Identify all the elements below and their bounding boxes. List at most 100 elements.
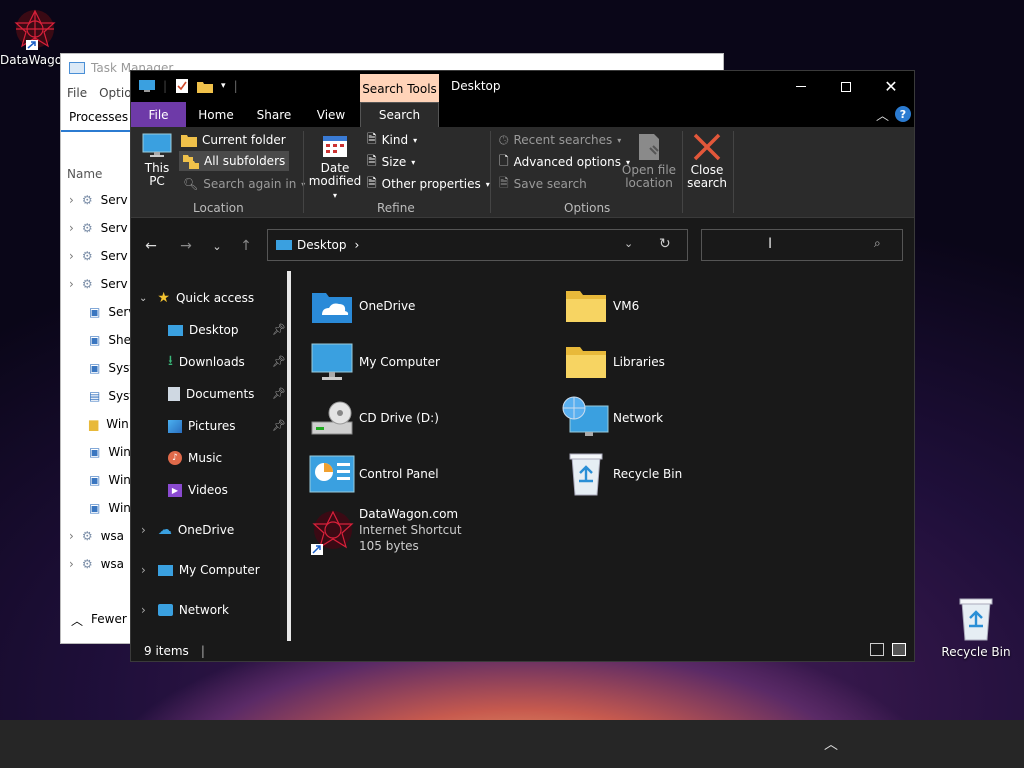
kind-icon: 🗎 xyxy=(367,131,377,146)
file-label: CD Drive (D:) xyxy=(359,411,439,425)
date-modified-button[interactable]: Date modified ▾ xyxy=(306,133,364,202)
table-row[interactable]: ▣ Win xyxy=(89,494,131,522)
file-item-vm6[interactable]: VM6 xyxy=(561,282,639,330)
search-box[interactable]: I ⌕ xyxy=(701,229,903,261)
kind-button[interactable]: 🗎 Kind ▾ xyxy=(367,130,417,150)
nav-item-documents[interactable]: Documents xyxy=(168,382,254,406)
tab-search[interactable]: Search xyxy=(360,102,439,127)
recent-searches-button[interactable]: 🕓︎ Recent searches ▾ xyxy=(499,130,621,150)
nav-quick-access[interactable]: ⌄ ★ Quick access xyxy=(139,286,254,310)
tab-file[interactable]: File xyxy=(131,102,186,127)
current-folder-button[interactable]: Current folder xyxy=(181,130,286,150)
nav-item-music[interactable]: ♪ Music xyxy=(168,446,222,470)
new-folder-icon[interactable] xyxy=(197,80,214,93)
nav-network[interactable]: › Network xyxy=(141,598,229,622)
pin-icon[interactable]: 📌︎ xyxy=(272,387,286,400)
cd-drive-icon xyxy=(311,401,353,435)
nav-item-downloads[interactable]: ⭳ Downloads xyxy=(168,350,245,374)
other-properties-button[interactable]: 🗎 Other properties ▾ xyxy=(367,174,490,194)
tm-tab-processes[interactable]: Processes xyxy=(61,106,131,132)
large-icons-view-icon[interactable] xyxy=(892,643,906,656)
navpane-scrollbar[interactable] xyxy=(287,271,291,641)
advanced-options-label: Advanced options xyxy=(513,155,621,169)
pin-icon[interactable]: 📌︎ xyxy=(272,419,286,432)
properties-icon[interactable] xyxy=(175,78,189,94)
group-options-label: Options xyxy=(564,201,611,215)
this-pc-button[interactable]: This PC xyxy=(141,133,173,188)
maximize-button[interactable] xyxy=(823,71,869,102)
file-item-libraries[interactable]: Libraries xyxy=(561,338,665,386)
file-item-onedrive[interactable]: OneDrive xyxy=(307,282,415,330)
file-item-recycle-bin[interactable]: Recycle Bin xyxy=(561,450,682,498)
minimize-button[interactable] xyxy=(778,71,824,102)
table-row[interactable]: ▆ Win xyxy=(89,410,129,438)
text-cursor-icon: I xyxy=(768,236,773,252)
gear-icon: ⚙ xyxy=(81,529,93,543)
breadcrumb-desktop[interactable]: Desktop xyxy=(297,238,347,252)
table-row[interactable]: › ⚙ Serv xyxy=(69,242,128,270)
help-icon[interactable]: ? xyxy=(895,106,911,122)
tab-view[interactable]: View xyxy=(302,102,360,127)
file-item-my-computer[interactable]: My Computer xyxy=(307,338,440,386)
table-row[interactable]: ▣ Syst xyxy=(89,354,134,382)
nav-item-desktop[interactable]: Desktop xyxy=(168,318,239,342)
collapse-ribbon-icon[interactable]: ︿ xyxy=(876,105,889,124)
recent-locations-button[interactable]: ⌄ xyxy=(206,235,228,257)
table-row[interactable]: › ⚙ wsa xyxy=(69,522,124,550)
file-item-cd-drive[interactable]: CD Drive (D:) xyxy=(307,394,439,442)
nav-item-pictures[interactable]: Pictures xyxy=(168,414,236,438)
nav-item-videos[interactable]: ▶ Videos xyxy=(168,478,228,502)
pin-icon[interactable]: 📌︎ xyxy=(272,323,286,336)
open-file-location-button[interactable]: Open file location xyxy=(619,133,679,190)
file-item-control-panel[interactable]: Control Panel xyxy=(307,450,439,498)
details-view-icon[interactable] xyxy=(870,643,884,656)
address-bar[interactable]: Desktop › ⌄ ↻ xyxy=(267,229,688,261)
close-search-button[interactable]: Close search xyxy=(683,133,731,190)
desktop-icon-recycle-bin[interactable]: Recycle Bin xyxy=(938,596,1014,659)
search-icon[interactable]: ⌕ xyxy=(874,236,881,251)
forward-button[interactable]: → xyxy=(175,235,197,257)
tm-column-name[interactable]: Name xyxy=(67,167,102,181)
gear-icon: ⚙ xyxy=(81,277,93,291)
save-search-label: Save search xyxy=(513,177,587,191)
all-subfolders-button[interactable]: All subfolders xyxy=(179,151,290,171)
arrow-right-icon: → xyxy=(180,238,192,254)
explorer-titlebar[interactable]: | ▾ | Search Tools Desktop ✕ xyxy=(131,71,914,103)
nav-onedrive[interactable]: › ☁ OneDrive xyxy=(141,518,234,542)
tm-menu-file[interactable]: File xyxy=(67,86,87,100)
table-row[interactable]: › ⚙ wsa xyxy=(69,550,124,578)
table-row[interactable]: ▣ Win xyxy=(89,438,131,466)
this-pc-small-icon[interactable] xyxy=(139,79,155,93)
breadcrumb-chevron-icon[interactable]: › xyxy=(355,238,360,252)
address-dropdown-icon[interactable]: ⌄ xyxy=(624,237,633,250)
table-row[interactable]: ▤ Syst xyxy=(89,382,134,410)
table-row[interactable]: › ⚙ Serv xyxy=(69,186,128,214)
search-input[interactable] xyxy=(708,236,868,254)
tab-share[interactable]: Share xyxy=(246,102,302,127)
back-button[interactable]: ← xyxy=(140,235,162,257)
file-item-datawagon-shortcut[interactable]: DataWagon.com Internet Shortcut 105 byte… xyxy=(307,506,462,562)
show-hidden-icons-chevron-icon[interactable]: ︿ xyxy=(824,734,838,754)
pin-icon[interactable]: 📌︎ xyxy=(272,355,286,368)
table-row[interactable]: › ⚙ Serv xyxy=(69,270,128,298)
file-item-network[interactable]: Network xyxy=(561,394,663,442)
up-button[interactable]: ↑ xyxy=(235,235,257,257)
customize-qat-icon[interactable]: ▾ xyxy=(221,81,226,91)
close-button[interactable]: ✕ xyxy=(868,71,914,102)
tab-home[interactable]: Home xyxy=(186,102,246,127)
nav-my-computer[interactable]: › My Computer xyxy=(141,558,260,582)
refresh-icon[interactable]: ↻ xyxy=(659,236,671,252)
table-row[interactable]: ▣ She xyxy=(89,326,131,354)
clock-icon: 🕓︎ xyxy=(499,132,509,147)
nav-label: OneDrive xyxy=(177,523,235,537)
advanced-options-button[interactable]: 🗋 Advanced options ▾ xyxy=(499,152,630,172)
save-search-button[interactable]: 🗎 Save search xyxy=(499,174,587,194)
search-again-button[interactable]: 🔍︎ Search again in ▾ xyxy=(183,174,305,194)
size-button[interactable]: 🗎 Size ▾ xyxy=(367,152,415,172)
file-label: DataWagon.com xyxy=(359,507,459,521)
table-row[interactable]: › ⚙ Serv xyxy=(69,214,128,242)
file-explorer-window[interactable]: | ▾ | Search Tools Desktop ✕ File Home S… xyxy=(130,70,915,662)
table-row[interactable]: ▣ Win xyxy=(89,466,131,494)
chevron-up-icon: ︿ xyxy=(71,614,84,628)
table-row[interactable]: ▣ Serv xyxy=(89,298,135,326)
